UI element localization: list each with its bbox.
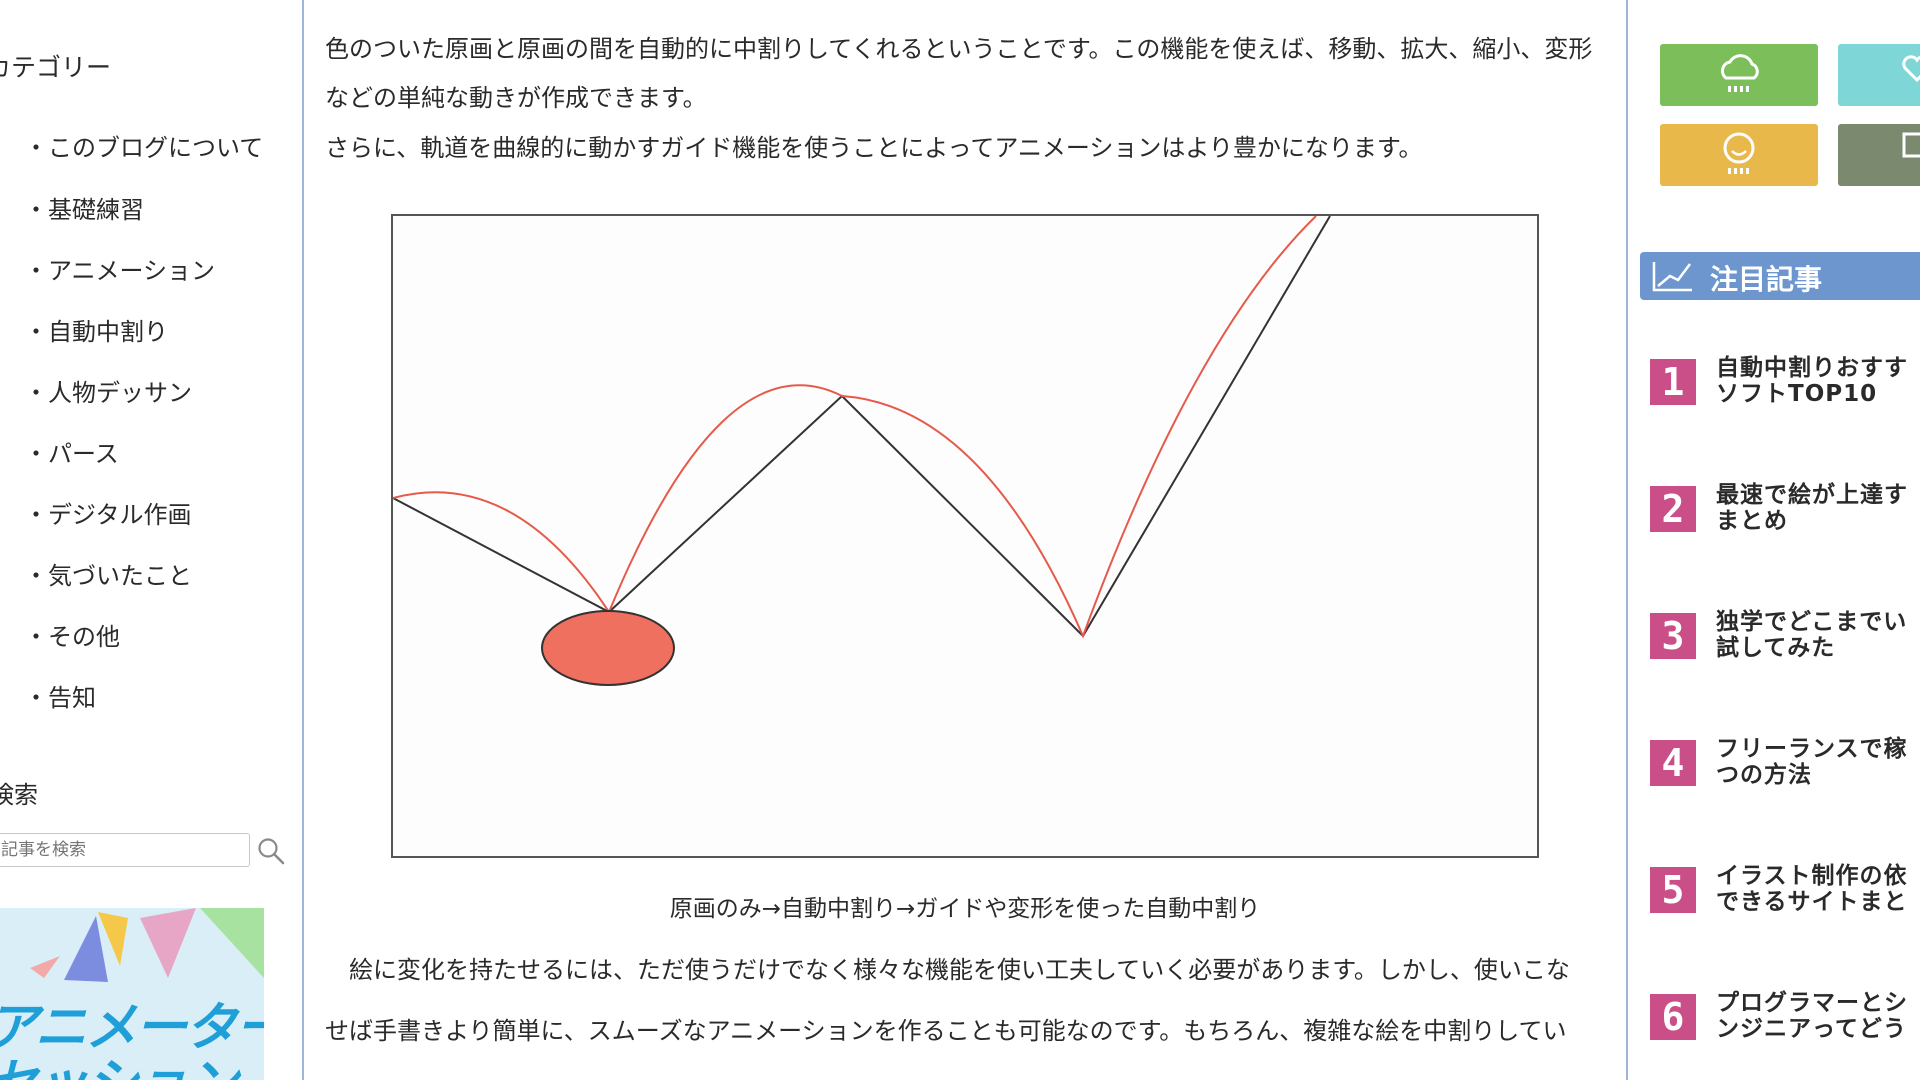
featured-article-title-line-2: ンジニアってどう bbox=[1716, 1016, 1907, 1042]
featured-article-title-line-1: プログラマーとシ bbox=[1716, 990, 1908, 1016]
featured-article-title-line-1: 独学でどこまでい bbox=[1716, 609, 1908, 635]
featured-article-title-line-2: 試してみた bbox=[1716, 635, 1836, 661]
featured-article-title-line-2: つの方法 bbox=[1716, 762, 1812, 788]
category-heading: カテゴリー bbox=[0, 53, 112, 82]
search-heading: 検索 bbox=[0, 781, 38, 809]
category-tile-heart[interactable] bbox=[1838, 44, 1920, 106]
monitor-icon bbox=[1902, 132, 1920, 158]
curved-guide-path bbox=[392, 215, 1317, 639]
banner-title: アニメーターズ セッション bbox=[0, 998, 264, 1080]
featured-article-title-line-2: まとめ bbox=[1716, 508, 1788, 534]
tween-figure bbox=[391, 214, 1539, 858]
article-paragraph-3-line-1: 絵に変化を持たせるには、ただ使うだけでなく様々な機能を使い工夫していく必要があり… bbox=[325, 956, 1570, 984]
rank-badge: 2 bbox=[1650, 486, 1696, 532]
figure-caption: 原画のみ→自動中割り→ガイドや変形を使った自動中割り bbox=[669, 896, 1261, 922]
featured-article-title-line-1: イラスト制作の依 bbox=[1716, 863, 1908, 889]
category-tile-cloud[interactable] bbox=[1660, 44, 1818, 106]
category-item-announce[interactable]: ・告知 bbox=[24, 678, 96, 713]
article-paragraph-3-line-2: せば手書きより簡単に、スムーズなアニメーションを作ることも可能なのです。もちろん… bbox=[325, 1017, 1567, 1045]
featured-article-1[interactable]: 1 自動中割りおすす ソフトTOP10 bbox=[1628, 355, 1920, 425]
rank-badge: 4 bbox=[1650, 740, 1696, 786]
category-item-animation[interactable]: ・アニメーション bbox=[24, 251, 215, 286]
featured-article-3[interactable]: 3 独学でどこまでい 試してみた bbox=[1628, 609, 1920, 679]
featured-title: 注目記事 bbox=[1710, 263, 1823, 296]
cloud-icon bbox=[1721, 54, 1759, 92]
featured-article-title-line-2: できるサイトまと bbox=[1716, 889, 1908, 915]
featured-article-title-line-2: ソフトTOP10 bbox=[1716, 381, 1878, 407]
category-item-auto-tween[interactable]: ・自動中割り bbox=[24, 312, 168, 347]
rank-badge: 3 bbox=[1650, 613, 1696, 659]
featured-article-title-line-1: 最速で絵が上達す bbox=[1716, 482, 1908, 508]
featured-article-2[interactable]: 2 最速で絵が上達す まとめ bbox=[1628, 482, 1920, 552]
trend-chart-icon bbox=[1652, 262, 1692, 292]
featured-article-5[interactable]: 5 イラスト制作の依 できるサイトまと bbox=[1628, 863, 1920, 933]
category-item-basics[interactable]: ・基礎練習 bbox=[24, 190, 144, 225]
ball-shape bbox=[541, 610, 675, 686]
category-item-about[interactable]: ・このブログについて bbox=[24, 128, 263, 163]
linear-path bbox=[392, 215, 1331, 638]
search-icon[interactable] bbox=[256, 836, 286, 866]
category-tile-monitor[interactable] bbox=[1838, 124, 1920, 186]
article-paragraph-2: さらに、軌道を曲線的に動かすガイド機能を使うことによってアニメーションはより豊か… bbox=[325, 134, 1423, 162]
tween-diagram bbox=[392, 215, 1331, 686]
rank-badge: 1 bbox=[1650, 359, 1696, 405]
rank-badge: 5 bbox=[1650, 867, 1696, 913]
featured-header: 注目記事 bbox=[1640, 252, 1920, 300]
heart-icon bbox=[1902, 55, 1920, 83]
smile-icon bbox=[1723, 132, 1755, 174]
category-item-digital[interactable]: ・デジタル作画 bbox=[24, 495, 192, 530]
promo-banner[interactable]: アニメーターズ セッション bbox=[0, 908, 264, 1080]
article-body: 色のついた原画と原画の間を自動的に中割りしてくれるということです。この機能を使え… bbox=[304, 0, 1626, 1080]
featured-article-6[interactable]: 6 プログラマーとシ ンジニアってどう bbox=[1628, 990, 1920, 1060]
featured-article-title-line-1: 自動中割りおすす bbox=[1716, 355, 1908, 381]
article-paragraph-1-line-1: 色のついた原画と原画の間を自動的に中割りしてくれるということです。この機能を使え… bbox=[325, 35, 1593, 63]
category-item-perspective[interactable]: ・パース bbox=[24, 434, 119, 469]
left-sidebar: カテゴリー ・このブログについて ・基礎練習 ・アニメーション ・自動中割り ・… bbox=[0, 0, 304, 1080]
category-item-figure[interactable]: ・人物デッサン bbox=[24, 373, 192, 408]
category-item-notes[interactable]: ・気づいたこと bbox=[24, 556, 192, 591]
featured-article-4[interactable]: 4 フリーランスで稼 つの方法 bbox=[1628, 736, 1920, 806]
category-tile-smile[interactable] bbox=[1660, 124, 1818, 186]
category-item-other[interactable]: ・その他 bbox=[24, 617, 120, 652]
search-input[interactable] bbox=[0, 833, 250, 867]
rank-badge: 6 bbox=[1650, 994, 1696, 1040]
featured-article-title-line-1: フリーランスで稼 bbox=[1716, 736, 1908, 762]
right-sidebar: 注目記事 1 自動中割りおすす ソフトTOP10 2 最速で絵が上達す まとめ … bbox=[1626, 0, 1920, 1080]
article-paragraph-1-line-2: などの単純な動きが作成できます。 bbox=[325, 84, 707, 112]
